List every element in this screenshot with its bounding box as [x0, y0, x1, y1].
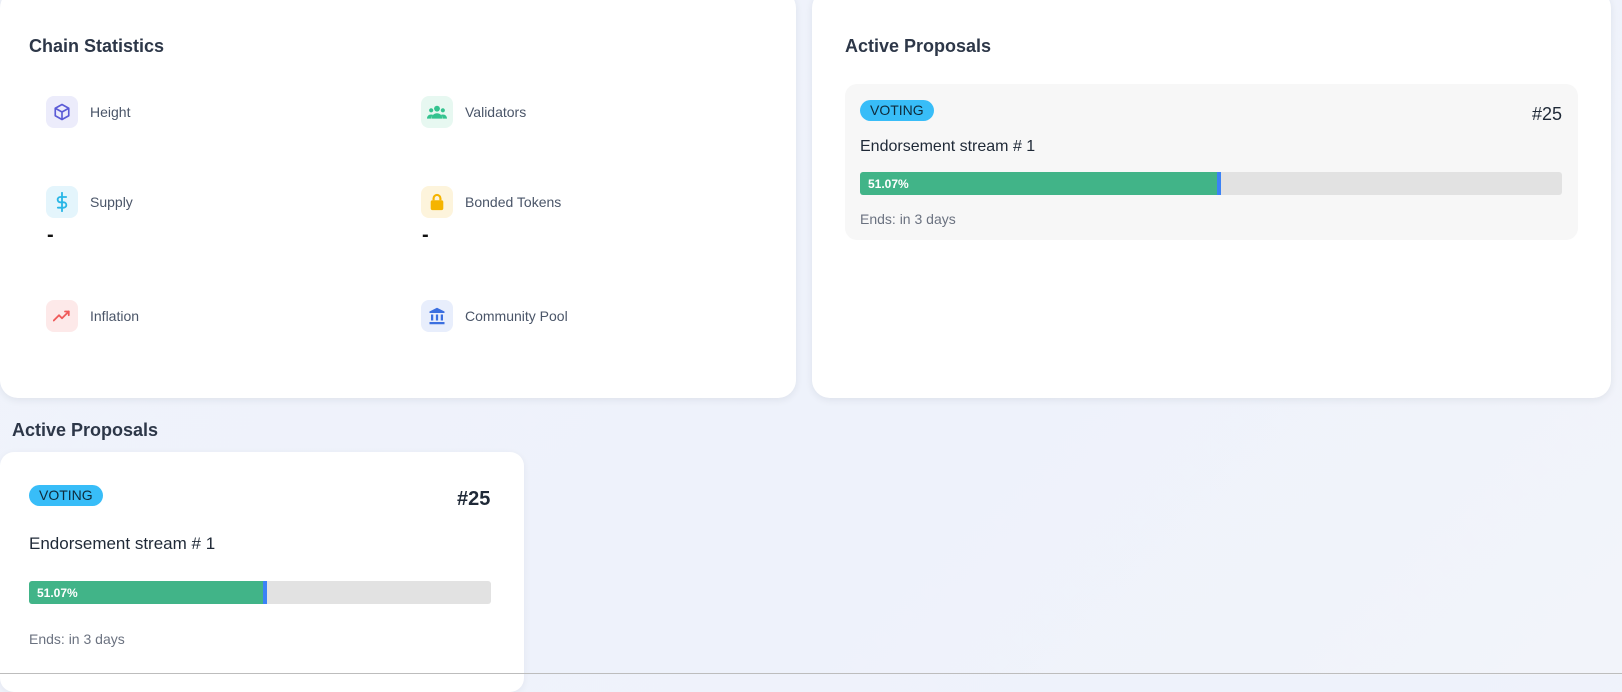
stat-label: Validators — [465, 104, 527, 120]
chain-statistics-title: Chain Statistics — [29, 36, 165, 56]
proposal-number: #25 — [457, 488, 491, 510]
stat-height: Height — [46, 96, 130, 134]
vote-marker — [1216, 172, 1221, 195]
stat-value: - — [422, 224, 429, 246]
proposal-ends: Ends: in 3 days — [860, 211, 956, 227]
users-icon — [421, 96, 453, 128]
active-proposals-title: Active Proposals — [845, 36, 992, 56]
vote-yes-percent: 51.07% — [37, 586, 78, 600]
vote-yes-fill: 51.07% — [860, 172, 1219, 195]
lock-icon — [421, 186, 453, 218]
stat-community-pool: Community Pool — [421, 300, 568, 338]
section-title: Active Proposals — [12, 420, 159, 440]
stat-label: Height — [90, 104, 131, 120]
divider — [0, 673, 1622, 674]
trending-up-icon — [46, 300, 78, 332]
status-badge: VOTING — [860, 100, 934, 121]
stat-label: Inflation — [90, 308, 140, 324]
status-badge: VOTING — [29, 485, 103, 506]
vote-yes-fill: 51.07% — [29, 581, 265, 604]
proposal-item[interactable]: VOTING #25 Endorsement stream # 1 51.07%… — [845, 84, 1578, 240]
stat-label: Bonded Tokens — [465, 194, 562, 210]
active-proposals-card: Active Proposals VOTING #25 Endorsement … — [812, 0, 1611, 398]
proposal-card[interactable]: VOTING #25 Endorsement stream # 1 51.07%… — [0, 452, 524, 692]
dollar-icon — [46, 186, 78, 218]
stat-bonded-tokens: Bonded Tokens - — [421, 186, 561, 247]
cube-icon — [46, 96, 78, 128]
vote-progress-bar: 51.07% — [860, 172, 1562, 195]
chain-statistics-card: Chain Statistics Height Validators Suppl… — [0, 0, 796, 398]
stat-label: Supply — [90, 194, 133, 210]
stat-supply: Supply - — [46, 186, 133, 247]
vote-yes-percent: 51.07% — [868, 177, 909, 191]
proposal-title: Endorsement stream # 1 — [860, 138, 1036, 155]
stat-validators: Validators — [421, 96, 526, 134]
proposal-number: #25 — [1531, 104, 1562, 124]
stat-value: - — [47, 224, 54, 246]
proposal-ends: Ends: in 3 days — [29, 631, 125, 647]
vote-marker — [262, 581, 267, 604]
proposal-title: Endorsement stream # 1 — [29, 534, 216, 553]
vote-progress-bar: 51.07% — [29, 581, 491, 604]
bank-icon — [421, 300, 453, 332]
stat-inflation: Inflation — [46, 300, 139, 338]
stat-label: Community Pool — [465, 308, 568, 324]
